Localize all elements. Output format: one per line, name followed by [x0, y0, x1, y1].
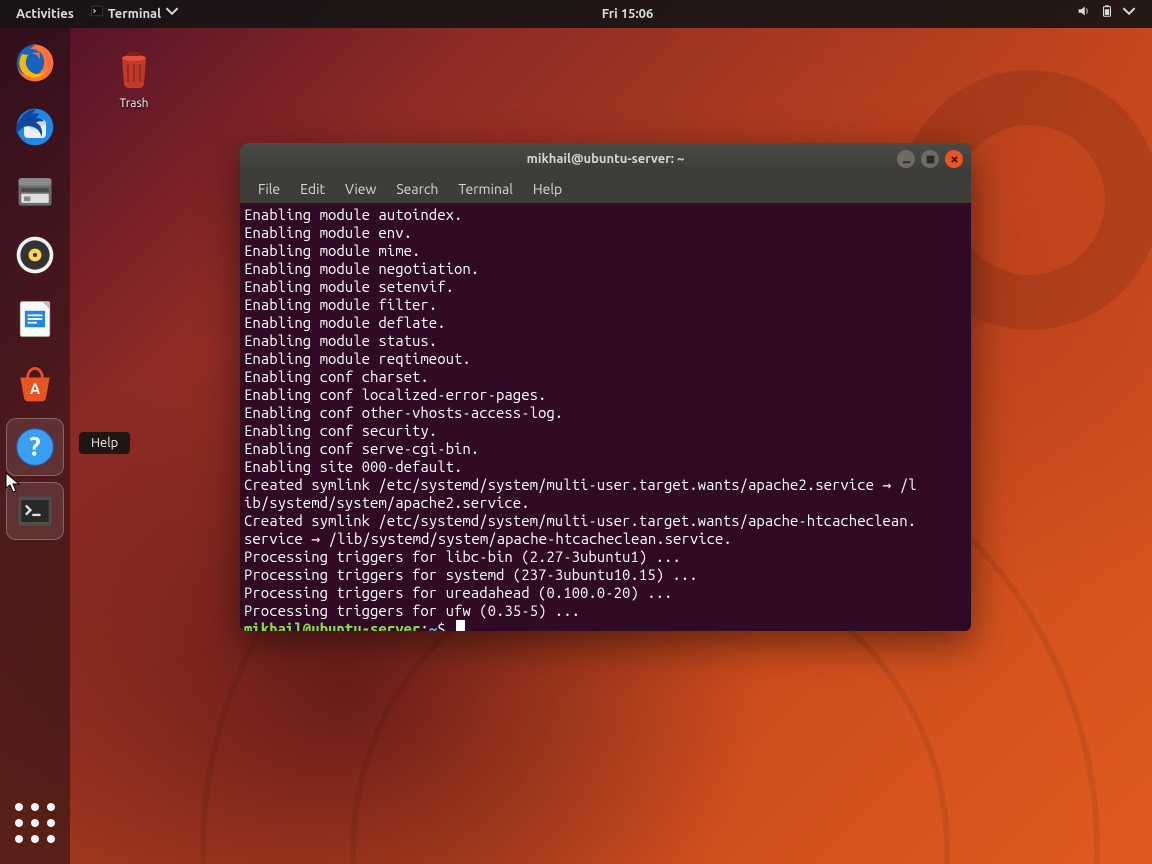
show-applications-button[interactable] [8, 796, 62, 850]
prompt-user-host: mikhail@ubuntu-server [244, 620, 420, 631]
top-panel: Activities Terminal Fri 15:06 [0, 0, 1152, 28]
clock[interactable]: Fri 15:06 [594, 0, 662, 28]
dock-libreoffice-writer[interactable] [8, 292, 62, 346]
battery-icon [1100, 0, 1114, 28]
prompt-suffix: $ [437, 620, 445, 631]
dock-ubuntu-software[interactable]: A [8, 356, 62, 410]
terminal-body[interactable]: Enabling module autoindex. Enabling modu… [240, 203, 971, 631]
window-maximize-button[interactable] [921, 150, 939, 168]
terminal-icon [90, 0, 104, 28]
desktop-trash-label: Trash [94, 97, 174, 110]
volume-icon [1076, 0, 1090, 28]
dock: A ? [0, 28, 70, 864]
dock-thunderbird[interactable] [8, 100, 62, 154]
chevron-down-icon [1122, 0, 1136, 28]
menu-file[interactable]: File [248, 178, 290, 200]
terminal-output: Enabling module autoindex. Enabling modu… [244, 206, 917, 619]
terminal-window: mikhail@ubuntu-server: ~ File Edit View … [240, 143, 971, 631]
window-close-button[interactable] [945, 150, 963, 168]
activities-button[interactable]: Activities [8, 0, 82, 28]
menu-edit[interactable]: Edit [290, 178, 335, 200]
chevron-down-icon [165, 0, 179, 28]
dock-files[interactable] [8, 164, 62, 218]
desktop-trash[interactable]: Trash [94, 44, 174, 110]
svg-text:A: A [30, 380, 41, 397]
topbar-app-label: Terminal [108, 0, 161, 28]
menu-terminal[interactable]: Terminal [448, 178, 523, 200]
mouse-cursor [5, 472, 21, 494]
menu-help[interactable]: Help [523, 178, 572, 200]
trash-icon [110, 82, 158, 95]
menu-search[interactable]: Search [386, 178, 448, 200]
window-titlebar[interactable]: mikhail@ubuntu-server: ~ [240, 143, 971, 175]
svg-text:?: ? [29, 431, 40, 460]
dock-help[interactable]: ? [8, 420, 62, 474]
menu-view[interactable]: View [335, 178, 386, 200]
window-minimize-button[interactable] [897, 150, 915, 168]
terminal-menubar: File Edit View Search Terminal Help [240, 175, 971, 203]
terminal-cursor [456, 620, 465, 631]
prompt-colon: : [420, 620, 428, 631]
prompt-path: ~ [429, 620, 437, 631]
window-title: mikhail@ubuntu-server: ~ [240, 152, 971, 166]
tooltip: Help [79, 432, 130, 454]
status-area[interactable] [1068, 0, 1144, 28]
dock-rhythmbox[interactable] [8, 228, 62, 282]
topbar-app-menu[interactable]: Terminal [82, 0, 187, 28]
dock-firefox[interactable] [8, 36, 62, 90]
